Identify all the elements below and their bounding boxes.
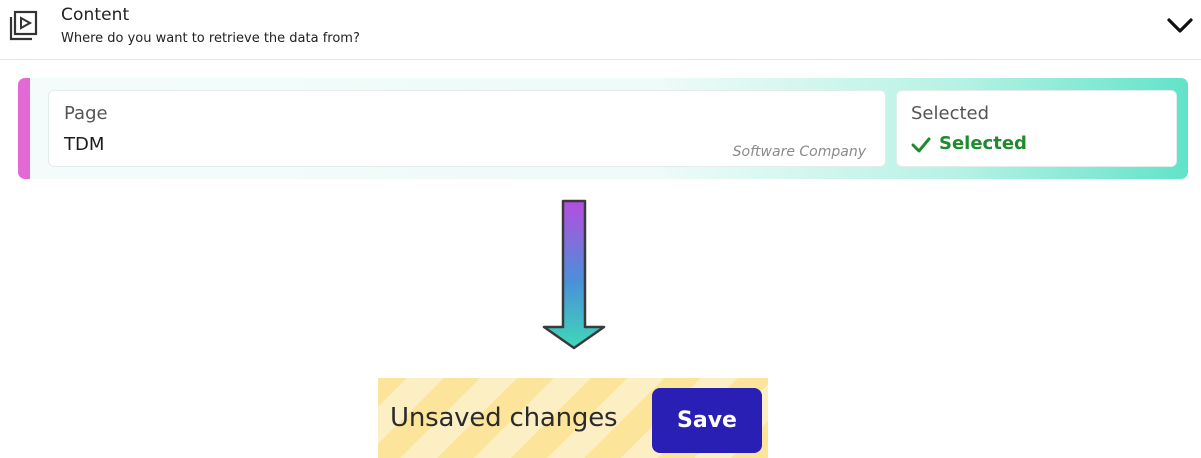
page-selection-card: Page TDM Software Company Selected Selec… [18, 78, 1188, 179]
unsaved-changes-bar: Unsaved changes Save [378, 378, 768, 458]
selected-field-label: Selected [911, 103, 990, 124]
page-field-value: TDM [64, 134, 105, 155]
content-section-header[interactable]: Content Where do you want to retrieve th… [0, 0, 1201, 60]
page-field-label: Page [64, 103, 108, 124]
chevron-down-icon[interactable] [1165, 15, 1195, 37]
save-button[interactable]: Save [652, 388, 762, 453]
page-select-field[interactable]: Page TDM Software Company [48, 90, 886, 167]
content-settings-panel: Content Where do you want to retrieve th… [0, 0, 1201, 458]
section-subtitle: Where do you want to retrieve the data f… [61, 31, 360, 46]
check-icon [911, 137, 931, 153]
selected-status-field: Selected Selected [896, 90, 1177, 167]
video-library-icon [9, 10, 38, 41]
section-title: Content [61, 5, 130, 25]
arrow-down-icon [542, 199, 606, 350]
selected-status-value: Selected [939, 133, 1027, 154]
page-category-hint: Software Company [732, 144, 866, 160]
card-accent-stripe [18, 78, 30, 179]
unsaved-changes-text: Unsaved changes [390, 403, 618, 433]
